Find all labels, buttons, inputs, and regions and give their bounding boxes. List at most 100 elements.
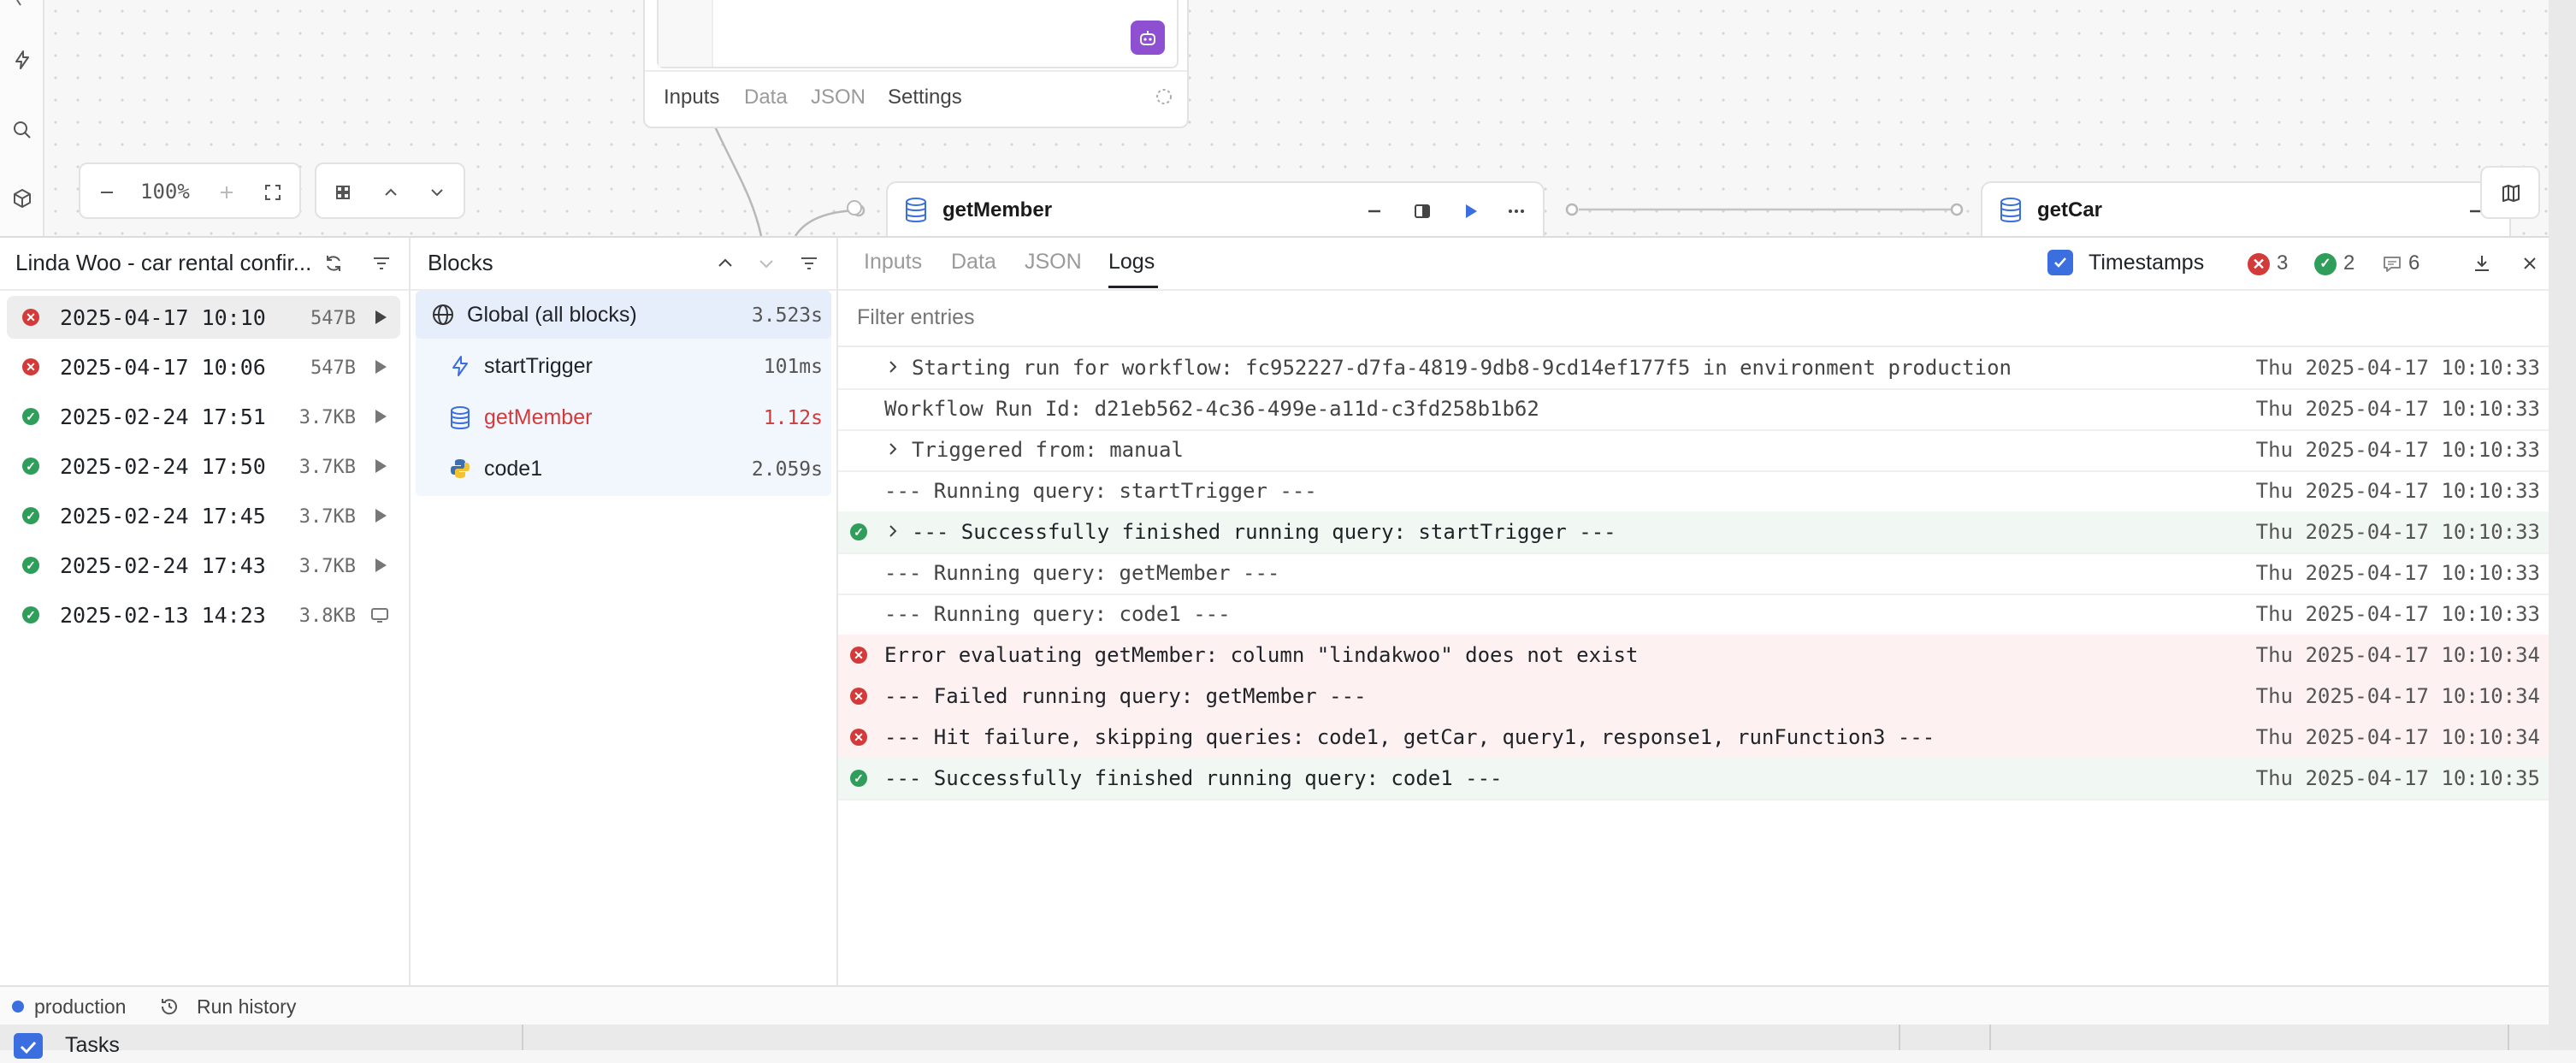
log-message: --- Failed running query: getMember --- bbox=[884, 684, 1367, 708]
block-row[interactable]: getMember 1.12s bbox=[417, 393, 830, 443]
run-row[interactable]: ✓ 2025-02-24 17:50 3.7KB bbox=[7, 445, 400, 487]
history-icon[interactable] bbox=[159, 996, 180, 1017]
timestamps-checkbox[interactable] bbox=[2047, 250, 2073, 275]
message-count[interactable]: 6 bbox=[2408, 251, 2419, 275]
success-status-icon: ✓ bbox=[22, 606, 39, 623]
query-tab-inputs[interactable]: Inputs bbox=[664, 86, 719, 109]
block-row[interactable]: code1 2.059s bbox=[417, 445, 830, 494]
play-icon[interactable] bbox=[369, 505, 390, 526]
log-entry[interactable]: ✓ --- Successfully finished running query… bbox=[838, 758, 2549, 800]
success-count[interactable]: 2 bbox=[2343, 251, 2354, 275]
log-entry[interactable]: --- Running query: getMember --- Thu 2025… bbox=[838, 552, 2549, 595]
filter-entries-input[interactable] bbox=[855, 299, 2484, 335]
workflow-canvas[interactable]: Inputs Data JSON Settings 100% getMember… bbox=[0, 0, 2549, 250]
log-entry[interactable]: Starting run for workflow: fc952227-d7fa… bbox=[838, 347, 2549, 390]
refresh-icon[interactable] bbox=[323, 253, 344, 274]
divider bbox=[2508, 1025, 2509, 1050]
chevron-right-icon[interactable] bbox=[886, 359, 900, 375]
loading-icon bbox=[1156, 89, 1172, 104]
play-icon[interactable] bbox=[369, 406, 390, 427]
logs-tab-inputs[interactable]: Inputs bbox=[864, 250, 922, 275]
grid-layout-icon[interactable] bbox=[334, 183, 352, 202]
play-icon[interactable] bbox=[369, 307, 390, 328]
minimize-icon[interactable] bbox=[1365, 202, 1384, 221]
database-icon bbox=[448, 405, 474, 431]
connector-lines bbox=[713, 126, 866, 237]
zoom-in-icon[interactable] bbox=[217, 183, 236, 202]
filter-icon[interactable] bbox=[371, 253, 392, 274]
zoom-controls: 100% bbox=[79, 162, 301, 219]
chevron-up-icon[interactable] bbox=[381, 183, 400, 202]
run-row[interactable]: ✕ 2025-04-17 10:10 547B bbox=[7, 296, 400, 339]
query-tab-settings[interactable]: Settings bbox=[888, 86, 962, 109]
query-tab-data[interactable]: Data bbox=[744, 86, 788, 109]
log-entry[interactable]: --- Running query: startTrigger --- Thu 2… bbox=[838, 470, 2549, 513]
more-icon[interactable] bbox=[1507, 202, 1526, 221]
database-icon bbox=[2000, 198, 2021, 222]
logs-tab-json[interactable]: JSON bbox=[1025, 250, 1082, 275]
filter-icon[interactable] bbox=[799, 253, 819, 274]
tasks-label[interactable]: Tasks bbox=[65, 1033, 120, 1058]
ai-assist-button[interactable] bbox=[1131, 21, 1165, 55]
rail-top-icon[interactable] bbox=[12, 0, 32, 7]
tasks-checkbox-icon bbox=[14, 1033, 43, 1059]
block-row[interactable]: Global (all blocks) 3.523s bbox=[417, 291, 830, 340]
split-view-icon[interactable] bbox=[1413, 202, 1432, 221]
lightning-icon[interactable] bbox=[12, 50, 32, 70]
zoom-level: 100% bbox=[140, 180, 190, 204]
chevron-down-icon[interactable] bbox=[428, 183, 446, 202]
error-status-icon: ✕ bbox=[22, 309, 39, 326]
block-row[interactable]: startTrigger 101ms bbox=[417, 342, 830, 392]
play-icon[interactable] bbox=[369, 555, 390, 576]
lightning-icon bbox=[448, 354, 474, 380]
query-tab-json[interactable]: JSON bbox=[811, 86, 866, 109]
logs-tab-logs[interactable]: Logs bbox=[1108, 250, 1155, 275]
run-date: 2025-04-17 10:10 bbox=[60, 305, 266, 330]
log-entry[interactable]: --- Running query: code1 --- Thu 2025-04-… bbox=[838, 594, 2549, 636]
node-connector bbox=[1565, 203, 1964, 216]
run-icon[interactable] bbox=[1461, 202, 1480, 221]
monitor-icon[interactable] bbox=[369, 605, 390, 625]
map-icon bbox=[2502, 185, 2520, 202]
cube-icon[interactable] bbox=[12, 188, 32, 209]
close-icon[interactable] bbox=[2520, 253, 2540, 274]
timestamps-label[interactable]: Timestamps bbox=[2089, 251, 2204, 275]
chevron-right-icon[interactable] bbox=[886, 441, 900, 457]
chevron-right-icon[interactable] bbox=[886, 523, 900, 539]
error-status-icon: ✕ bbox=[850, 729, 867, 746]
node-input-port[interactable] bbox=[847, 200, 862, 216]
run-history-label[interactable]: Run history bbox=[197, 995, 296, 1019]
success-status-icon: ✓ bbox=[22, 557, 39, 574]
code-editor[interactable] bbox=[657, 0, 1179, 68]
download-icon[interactable] bbox=[2472, 253, 2492, 274]
chevron-up-icon[interactable] bbox=[715, 253, 736, 274]
run-row[interactable]: ✕ 2025-04-17 10:06 547B bbox=[7, 345, 400, 388]
log-message: --- Running query: startTrigger --- bbox=[884, 479, 1317, 503]
log-message: --- Running query: code1 --- bbox=[884, 602, 1231, 626]
run-row[interactable]: ✓ 2025-02-24 17:51 3.7KB bbox=[7, 395, 400, 438]
log-timestamp: Thu 2025-04-17 10:10:33 bbox=[2255, 438, 2540, 462]
log-entry[interactable]: ✕ --- Hit failure, skipping queries: code… bbox=[838, 717, 2549, 759]
play-icon[interactable] bbox=[369, 456, 390, 476]
search-icon[interactable] bbox=[12, 120, 32, 140]
error-count-icon: ✕ bbox=[2248, 253, 2270, 275]
play-icon[interactable] bbox=[369, 357, 390, 377]
run-row[interactable]: ✓ 2025-02-13 14:23 3.8KB bbox=[7, 594, 400, 636]
error-count[interactable]: 3 bbox=[2277, 251, 2288, 275]
minimap-toggle[interactable] bbox=[2480, 166, 2540, 219]
logs-tab-data[interactable]: Data bbox=[951, 250, 996, 275]
log-entry[interactable]: Triggered from: manual Thu 2025-04-17 10:… bbox=[838, 429, 2549, 472]
log-entry[interactable]: ✓ --- Successfully finished running query… bbox=[838, 511, 2549, 554]
run-row[interactable]: ✓ 2025-02-24 17:43 3.7KB bbox=[7, 544, 400, 587]
log-timestamp: Thu 2025-04-17 10:10:34 bbox=[2255, 725, 2540, 749]
environment-label[interactable]: production bbox=[34, 995, 126, 1019]
log-entry[interactable]: Workflow Run Id: d21eb562-4c36-499e-a11d… bbox=[838, 388, 2549, 431]
zoom-out-icon[interactable] bbox=[97, 183, 116, 202]
background-app-strip: Tasks bbox=[0, 1025, 2576, 1059]
log-entry[interactable]: ✕ --- Failed running query: getMember ---… bbox=[838, 676, 2549, 718]
chevron-down-icon[interactable] bbox=[756, 253, 777, 274]
success-status-icon: ✓ bbox=[22, 507, 39, 524]
run-row[interactable]: ✓ 2025-02-24 17:45 3.7KB bbox=[7, 494, 400, 537]
fit-view-icon[interactable] bbox=[263, 183, 282, 202]
log-entry[interactable]: ✕ Error evaluating getMember: column "lin… bbox=[838, 635, 2549, 677]
